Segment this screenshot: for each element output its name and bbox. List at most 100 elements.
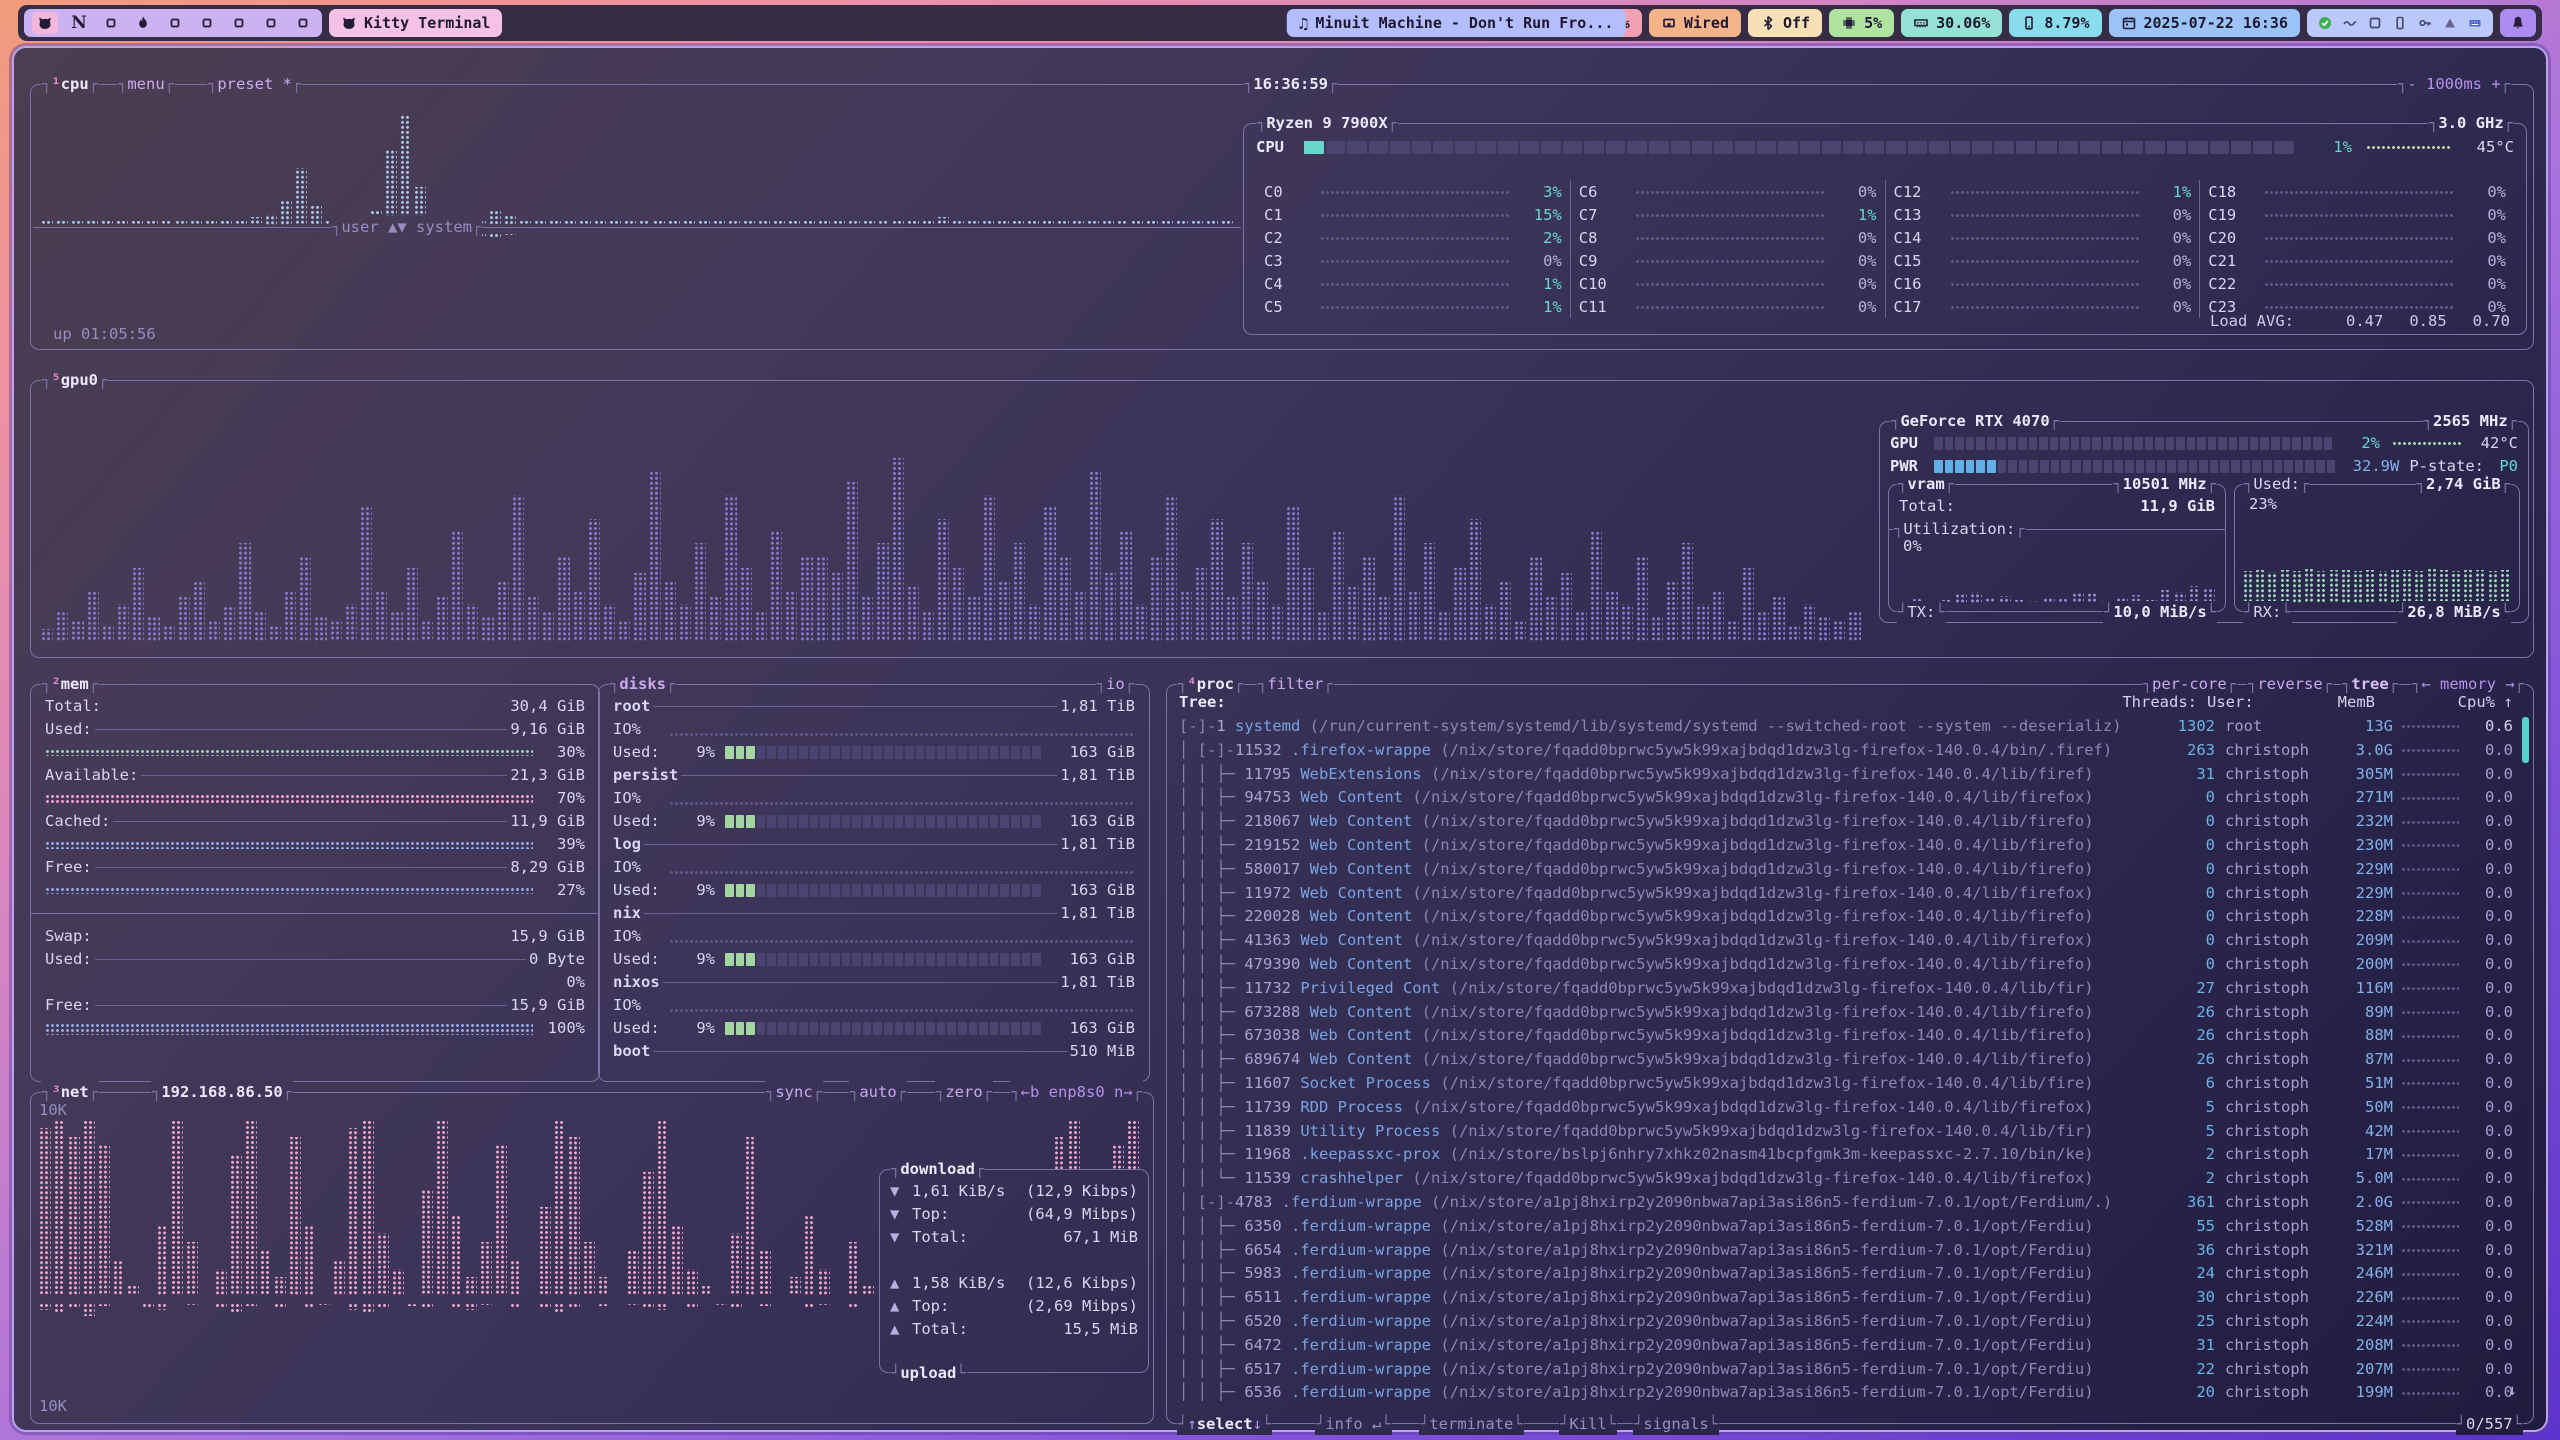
process-row[interactable]: │ │ ├─ 6517 .ferdium-wrappe (/nix/store/…	[1167, 1358, 2525, 1382]
process-name: systemd	[1235, 717, 1310, 735]
process-row[interactable]: │ │ ├─ 6536 .ferdium-wrappe (/nix/store/…	[1167, 1381, 2525, 1405]
select-button[interactable]: ↑select↓	[1177, 1413, 1272, 1435]
per-core-button[interactable]: per-core	[2142, 673, 2237, 695]
update-interval[interactable]: - 1000ms +	[2397, 73, 2511, 95]
nic-switch-button[interactable]: ←b enp8s0 n→	[1010, 1081, 1143, 1103]
process-mem: 229M	[2331, 882, 2393, 906]
preset-button[interactable]: preset *	[207, 73, 302, 95]
process-row[interactable]: │ │ ├─ 11732 Privileged Cont (/nix/store…	[1167, 977, 2525, 1001]
core-usage-graph	[1950, 190, 2140, 194]
process-row[interactable]: │ │ ├─ 689674 Web Content (/nix/store/fq…	[1167, 1048, 2525, 1072]
sort-column-button[interactable]: ← memory →	[2411, 673, 2525, 695]
workspace-4[interactable]	[132, 12, 154, 34]
workspace-5[interactable]	[164, 12, 186, 34]
kill-button[interactable]: Kill	[1559, 1413, 1617, 1435]
process-row[interactable]: │ [-]-11532 .firefox-wrappe (/nix/store/…	[1167, 739, 2525, 763]
process-threads: 0	[2137, 882, 2215, 906]
process-row[interactable]: │ │ ├─ 479390 Web Content (/nix/store/fq…	[1167, 953, 2525, 977]
process-row[interactable]: │ │ ├─ 11839 Utility Process (/nix/store…	[1167, 1120, 2525, 1144]
process-row[interactable]: │ │ ├─ 41363 Web Content (/nix/store/fqa…	[1167, 929, 2525, 953]
workspace-1[interactable]	[32, 12, 58, 34]
notifications-module[interactable]	[2500, 9, 2536, 37]
active-window-module[interactable]: Kitty Terminal	[329, 9, 502, 37]
workspace-8[interactable]	[260, 12, 282, 34]
phone-icon[interactable]	[2392, 15, 2408, 31]
terminate-button[interactable]: terminate	[1419, 1413, 1524, 1435]
menu-button[interactable]: menu	[117, 73, 175, 95]
keyboard-icon[interactable]	[2467, 15, 2483, 31]
square-outline-icon[interactable]	[2367, 15, 2383, 31]
process-row[interactable]: │ │ ├─ 11607 Socket Process (/nix/store/…	[1167, 1072, 2525, 1096]
core-row: C51%	[1264, 295, 1562, 318]
process-cmdline: (/nix/store/fqadd0bprwc5yw5k99xajbdqd1dz…	[1412, 931, 2093, 949]
media-module[interactable]: ♫ Minuit Machine - Don't Run Fro...	[1287, 9, 1626, 37]
net-ip-address[interactable]: 192.168.86.50	[151, 1081, 293, 1103]
process-row[interactable]: │ │ ├─ 580017 Web Content (/nix/store/fq…	[1167, 858, 2525, 882]
info-button[interactable]: info ↵	[1315, 1413, 1392, 1435]
workspace-3[interactable]	[100, 12, 122, 34]
tree-button[interactable]: tree	[2341, 673, 2399, 695]
process-row[interactable]: │ │ ├─ 5983 .ferdium-wrappe (/nix/store/…	[1167, 1262, 2525, 1286]
meter-cell	[789, 953, 798, 966]
io-mode-button[interactable]: io	[1096, 673, 1135, 695]
process-row[interactable]: │ │ ├─ 673038 Web Content (/nix/store/fq…	[1167, 1024, 2525, 1048]
graph-column	[639, 233, 651, 234]
process-row[interactable]: │ │ ├─ 6511 .ferdium-wrappe (/nix/store/…	[1167, 1286, 2525, 1310]
process-row[interactable]: │ │ ├─ 6654 .ferdium-wrappe (/nix/store/…	[1167, 1239, 2525, 1263]
check-circle-icon[interactable]	[2317, 15, 2333, 31]
process-row[interactable]: │ [-]-4783 .ferdium-wrappe (/nix/store/a…	[1167, 1191, 2525, 1215]
triangle-icon[interactable]	[2442, 15, 2458, 31]
process-row[interactable]: │ │ ├─ 11739 RDD Process (/nix/store/fqa…	[1167, 1096, 2525, 1120]
reverse-button[interactable]: reverse	[2247, 673, 2333, 695]
module-memory[interactable]: 30.06%	[1901, 9, 2002, 37]
process-row[interactable]: [-]-1 systemd (/run/current-system/syste…	[1167, 715, 2525, 739]
desktop: N Kitty Terminal ♫ Minuit Machine - Don'…	[0, 0, 2560, 1440]
workspace-2[interactable]: N	[68, 12, 90, 34]
core-row: C130%	[1894, 203, 2192, 226]
process-row[interactable]: │ │ ├─ 11968 .keepassxc-prox (/nix/store…	[1167, 1143, 2525, 1167]
disk-used-row: Used:9%163 GiB	[613, 948, 1135, 971]
module-network[interactable]: Wired	[1649, 9, 1741, 37]
process-row[interactable]: │ │ ├─ 11795 WebExtensions (/nix/store/f…	[1167, 763, 2525, 787]
process-row[interactable]: │ │ ├─ 6350 .ferdium-wrappe (/nix/store/…	[1167, 1215, 2525, 1239]
graph-column	[639, 221, 651, 225]
module-bluetooth[interactable]: Off	[1748, 9, 1822, 37]
graph-column	[54, 1303, 66, 1314]
workspace-6[interactable]	[196, 12, 218, 34]
process-row[interactable]: │ │ ├─ 220028 Web Content (/nix/store/fq…	[1167, 905, 2525, 929]
signals-button[interactable]: signals	[1633, 1413, 1719, 1435]
proc-scrollbar[interactable]	[2522, 717, 2529, 763]
memory-box: ²mem Total:30,4 GiBUsed:9,16 GiB30%Avail…	[30, 684, 600, 1082]
mem-meter-row: 0%	[45, 971, 585, 994]
key-icon[interactable]	[2417, 15, 2433, 31]
workspace-7[interactable]	[228, 12, 250, 34]
filter-button[interactable]: filter	[1257, 673, 1334, 695]
process-row[interactable]: │ │ ├─ 218067 Web Content (/nix/store/fq…	[1167, 810, 2525, 834]
process-command: │ │ ├─ 6520 .ferdium-wrappe (/nix/store/…	[1179, 1310, 2137, 1334]
module-network-text: Wired	[1684, 14, 1729, 32]
zero-button[interactable]: zero	[935, 1081, 993, 1103]
module-disk[interactable]: 8.79%	[2009, 9, 2101, 37]
workspace-9[interactable]	[292, 12, 314, 34]
process-row[interactable]: │ │ ├─ 94753 Web Content (/nix/store/fqa…	[1167, 786, 2525, 810]
process-mem: 3.0G	[2331, 739, 2393, 763]
process-row[interactable]: │ │ └─ 11539 crashhelper (/nix/store/fqa…	[1167, 1167, 2525, 1191]
process-mem: 271M	[2331, 786, 2393, 810]
process-row[interactable]: │ │ ├─ 673288 Web Content (/nix/store/fq…	[1167, 1001, 2525, 1025]
process-row[interactable]: │ │ ├─ 6520 .ferdium-wrappe (/nix/store/…	[1167, 1310, 2525, 1334]
process-mem: 230M	[2331, 834, 2393, 858]
system-tray[interactable]	[2307, 9, 2493, 37]
core-name: C10	[1579, 275, 1627, 293]
process-row[interactable]: │ │ ├─ 6472 .ferdium-wrappe (/nix/store/…	[1167, 1334, 2525, 1358]
auto-button[interactable]: auto	[849, 1081, 907, 1103]
graph-column	[86, 221, 98, 225]
process-row[interactable]: │ │ ├─ 11972 Web Content (/nix/store/fqa…	[1167, 882, 2525, 906]
graph-column	[39, 1303, 51, 1310]
process-row[interactable]: │ │ ├─ 219152 Web Content (/nix/store/fq…	[1167, 834, 2525, 858]
sync-button[interactable]: sync	[765, 1081, 823, 1103]
meter-cell	[810, 815, 819, 828]
module-cpu[interactable]: 5%	[1829, 9, 1894, 37]
wave-icon[interactable]	[2342, 15, 2358, 31]
module-clock[interactable]: 2025-07-22 16:36	[2109, 9, 2301, 37]
meter-cell	[799, 884, 808, 897]
